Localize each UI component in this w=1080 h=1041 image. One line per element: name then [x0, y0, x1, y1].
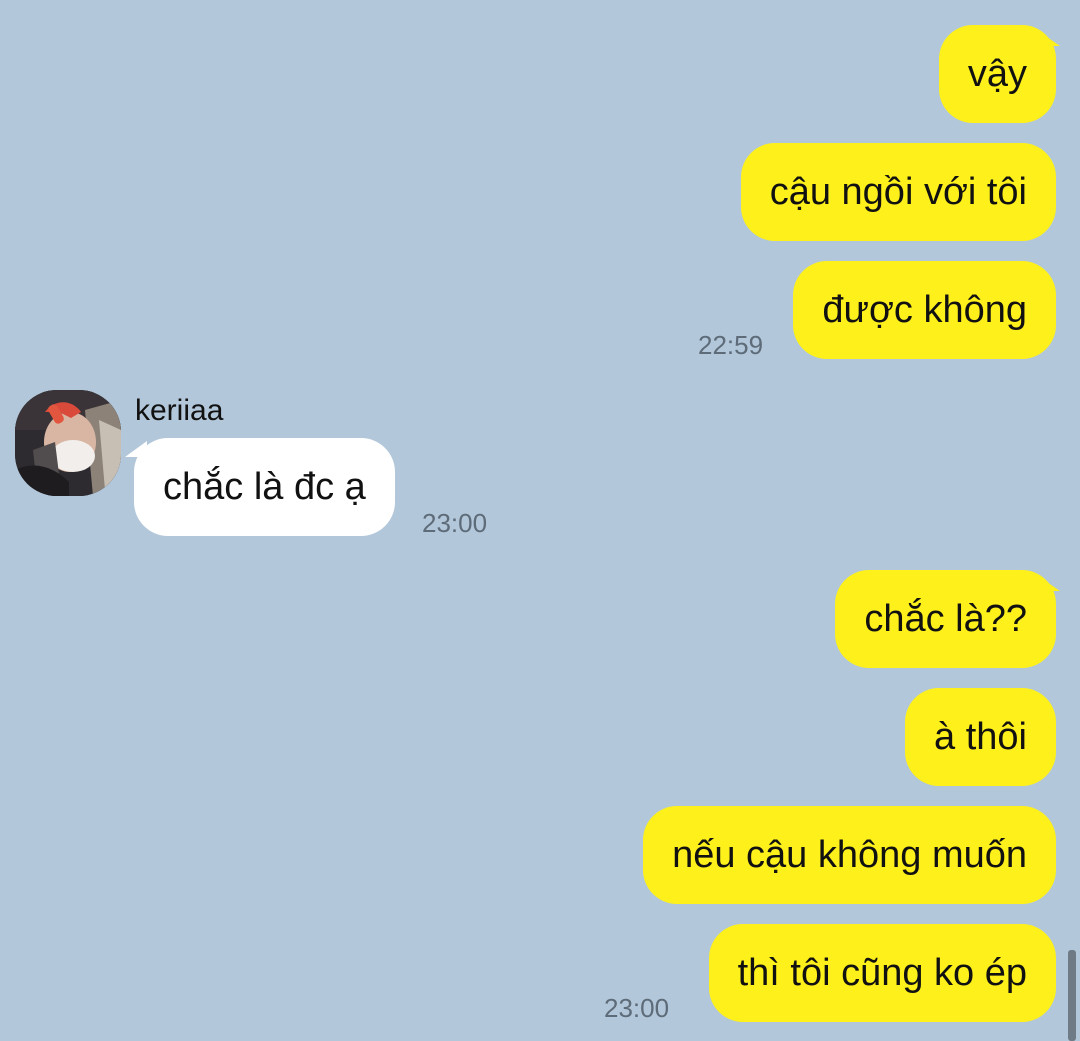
incoming-message-bubble[interactable]: chắc là đc ạ [134, 438, 395, 536]
message-timestamp: 23:00 [604, 993, 670, 1023]
chat-message-list[interactable]: vậy cậu ngồi với tôi được không 22:59 ke… [0, 0, 1080, 1041]
message-timestamp: 23:00 [422, 508, 488, 538]
sender-avatar[interactable] [15, 390, 121, 496]
outgoing-message-bubble[interactable]: cậu ngồi với tôi [740, 143, 1056, 241]
outgoing-message-bubble[interactable]: à thôi [905, 688, 1056, 786]
bubble-tail [1034, 573, 1060, 591]
outgoing-message-bubble[interactable]: chắc là?? [835, 570, 1056, 668]
scrollbar[interactable] [1068, 950, 1076, 1041]
profile-photo-avatar [15, 390, 121, 496]
message-timestamp: 22:59 [698, 330, 764, 360]
outgoing-message-bubble[interactable]: được không [793, 261, 1056, 359]
bubble-tail [1034, 28, 1060, 46]
sender-name: keriiaa [135, 394, 224, 427]
outgoing-message-bubble[interactable]: nếu cậu không muốn [643, 806, 1056, 904]
outgoing-message-bubble[interactable]: thì tôi cũng ko ép [708, 924, 1056, 1022]
